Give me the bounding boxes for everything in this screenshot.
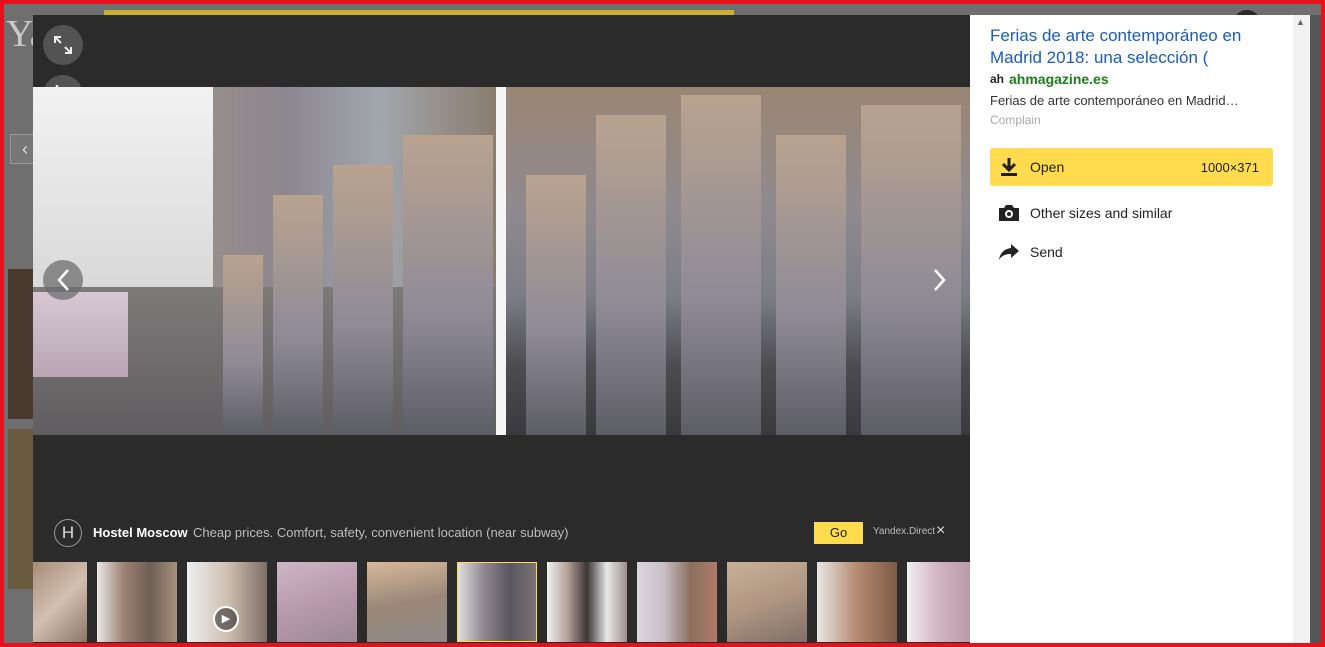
- source-row: ah ahmagazine.es: [990, 71, 1109, 87]
- image-description: Ferias de arte contemporáneo en Madrid…: [990, 93, 1239, 108]
- thumbnail-selected[interactable]: [457, 562, 537, 642]
- thumbnail[interactable]: [277, 562, 357, 642]
- camera-search-icon: [999, 205, 1019, 221]
- ad-text[interactable]: Cheap prices. Comfort, safety, convenien…: [193, 525, 569, 540]
- ad-bar: H Hostel Moscow Cheap prices. Comfort, s…: [33, 515, 970, 551]
- money-stack: [223, 255, 263, 435]
- expand-icon: [54, 36, 72, 54]
- ad-source[interactable]: Yandex.Direct: [873, 526, 935, 537]
- thumbnail[interactable]: [97, 562, 177, 642]
- info-panel: Ferias de arte contemporáneo en Madrid 2…: [970, 15, 1293, 647]
- money-stack: [273, 195, 323, 435]
- thumbnail[interactable]: [727, 562, 807, 642]
- next-image-button[interactable]: [920, 260, 960, 300]
- open-button[interactable]: Open 1000×371: [990, 148, 1273, 186]
- thumbnail[interactable]: [907, 562, 970, 642]
- background-edge: [1310, 15, 1321, 643]
- close-icon[interactable]: ×: [936, 522, 945, 540]
- ad-logo: H: [54, 519, 82, 547]
- other-sizes-label: Other sizes and similar: [1030, 205, 1173, 221]
- image-size: 1000×371: [1200, 159, 1259, 175]
- source-logo: ah: [990, 72, 1005, 86]
- image-pallet: [33, 292, 128, 377]
- download-icon: [1001, 158, 1017, 176]
- scrollbar[interactable]: ▲: [1293, 15, 1310, 647]
- image-wall: [33, 87, 213, 287]
- thumbnail-strip: ▶: [33, 562, 970, 642]
- money-stack: [776, 135, 846, 435]
- ad-title[interactable]: Hostel Moscow: [93, 525, 188, 540]
- send-label: Send: [1030, 244, 1063, 260]
- scroll-up-icon[interactable]: ▲: [1296, 17, 1305, 27]
- image-title-link[interactable]: Ferias de arte contemporáneo en Madrid 2…: [990, 25, 1270, 69]
- share-arrow-icon: [999, 244, 1019, 260]
- image-panel-left: [33, 87, 496, 435]
- fullscreen-button[interactable]: [43, 25, 83, 65]
- image-viewer: H Hostel Moscow Cheap prices. Comfort, s…: [33, 15, 970, 647]
- background-thumbnail[interactable]: [8, 269, 33, 419]
- send-button[interactable]: Send: [998, 243, 1063, 261]
- image-divider: [496, 87, 506, 435]
- thumbnail[interactable]: [817, 562, 897, 642]
- thumbnail[interactable]: [367, 562, 447, 642]
- thumbnail[interactable]: [637, 562, 717, 642]
- money-stack: [526, 175, 586, 435]
- main-image[interactable]: [33, 87, 970, 435]
- complain-link[interactable]: Complain: [990, 113, 1041, 127]
- chevron-right-icon: [934, 269, 946, 291]
- other-sizes-button[interactable]: Other sizes and similar: [998, 204, 1172, 222]
- thumbnail[interactable]: ▶: [187, 562, 267, 642]
- thumbnail[interactable]: [33, 562, 87, 642]
- money-stack: [596, 115, 666, 435]
- money-stack: [681, 95, 761, 435]
- prev-image-button[interactable]: [43, 260, 83, 300]
- source-domain-link[interactable]: ahmagazine.es: [1009, 71, 1109, 87]
- ad-go-button[interactable]: Go: [814, 522, 863, 544]
- open-label: Open: [1030, 159, 1065, 175]
- background-thumbnail[interactable]: [8, 429, 33, 589]
- play-icon: ▶: [213, 606, 239, 632]
- image-panel-right: [506, 87, 970, 435]
- thumbnail[interactable]: [547, 562, 627, 642]
- money-stack: [403, 135, 493, 435]
- money-stack: [333, 165, 393, 435]
- chevron-left-icon: [57, 269, 69, 291]
